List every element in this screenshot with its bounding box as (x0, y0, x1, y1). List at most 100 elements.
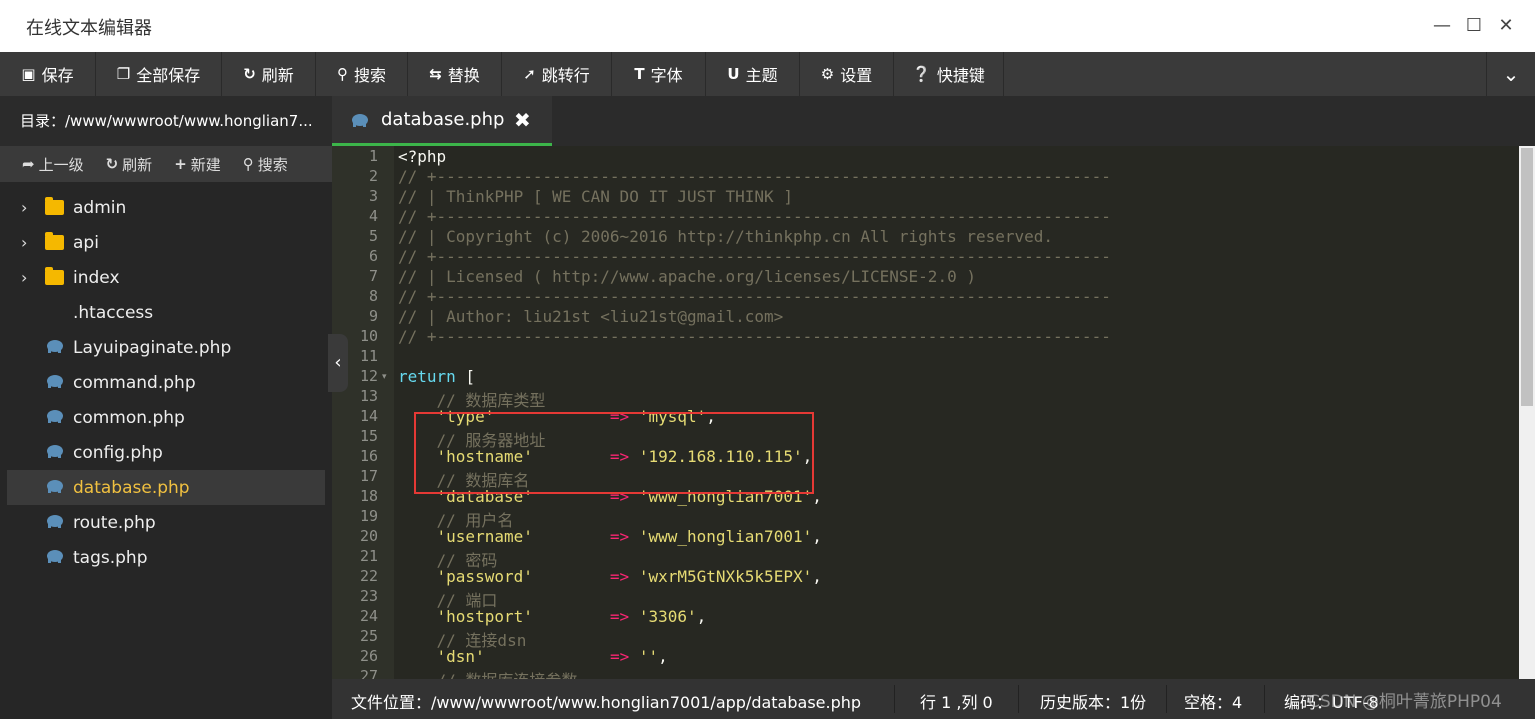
refresh-button[interactable]: ↻ 刷新 (222, 52, 316, 96)
line-number: 5 (368, 227, 378, 245)
folder-item-index[interactable]: › index (7, 260, 325, 295)
line-number: 22 (359, 567, 378, 585)
save-all-label: 全部保存 (136, 66, 201, 85)
code-token: return (398, 367, 456, 386)
divider (1264, 685, 1265, 713)
file-item-config[interactable]: config.php (7, 435, 325, 470)
code-token: // | Copyright (c) 2006~2016 http://thin… (398, 227, 1054, 246)
php-elephant-icon (47, 480, 63, 493)
code-token: // | Author: liu21st <liu21st@gmail.com> (398, 307, 784, 326)
php-elephant-icon (47, 550, 63, 563)
line-number-gutter: 1 2 3 4 5 6 7 8 9 10 11 12 ▾ 13 14 15 16 17 18 19 20 21 22 23 24… (332, 146, 394, 679)
line-number: 4 (368, 207, 378, 225)
file-item-command[interactable]: command.php (7, 365, 325, 400)
search-icon: ⚲ (242, 155, 254, 173)
code-token: // +------------------------------------… (398, 167, 1111, 186)
divider (1166, 685, 1167, 713)
replace-label: 替换 (447, 66, 480, 85)
file-item-common[interactable]: common.php (7, 400, 325, 435)
font-icon: T (634, 65, 645, 83)
replace-button[interactable]: ⇆ 替换 (408, 52, 502, 96)
file-item-database[interactable]: database.php (7, 470, 325, 505)
file-item-htaccess[interactable]: .htaccess (7, 295, 325, 330)
collapse-toolbar-button[interactable]: ⌄ (1486, 52, 1535, 96)
goto-line-button[interactable]: ➚ 跳转行 (502, 52, 612, 96)
sidebar-toggle-button[interactable]: ‹ (328, 334, 348, 392)
chevron-right-icon: › (21, 233, 28, 252)
file-name: admin (73, 197, 127, 218)
folder-item-admin[interactable]: › admin (7, 190, 325, 225)
shortcuts-button[interactable]: ❔ 快捷键 (894, 52, 1004, 96)
line-number: 6 (368, 247, 378, 265)
line-number: 15 (359, 427, 378, 445)
sidebar-refresh-button[interactable]: ↻ 刷新 (106, 154, 153, 175)
theme-button[interactable]: U 主题 (706, 52, 800, 96)
fold-arrow-icon[interactable]: ▾ (382, 372, 387, 382)
goto-line-label: 跳转行 (541, 66, 590, 85)
code-editor[interactable]: 1 2 3 4 5 6 7 8 9 10 11 12 ▾ 13 14 15 16 17 18 19 20 21 22 23 24… (332, 146, 1535, 679)
divider (894, 685, 895, 713)
line-number: 26 (359, 647, 378, 665)
file-item-route[interactable]: route.php (7, 505, 325, 540)
code-token: // +------------------------------------… (398, 287, 1111, 306)
settings-label: 设置 (840, 66, 873, 85)
file-item-layuipaginate[interactable]: Layuipaginate.php (7, 330, 325, 365)
parent-dir-button[interactable]: ➦ 上一级 (22, 154, 84, 175)
history-versions[interactable]: 历史版本：1份 (1040, 689, 1146, 713)
line-number: 8 (368, 287, 378, 305)
search-button[interactable]: ⚲ 搜索 (316, 52, 408, 96)
code-token: '3306' (638, 607, 697, 626)
settings-button[interactable]: ⚙ 设置 (800, 52, 894, 96)
indent-setting[interactable]: 空格：4 (1184, 689, 1242, 713)
code-token: => (609, 487, 630, 506)
save-all-icon: ❐ (116, 65, 131, 83)
code-token: 'wxrM5GtNXk5k5EPX' (638, 567, 813, 586)
file-name: command.php (73, 372, 196, 393)
maximize-icon[interactable]: ☐ (1462, 14, 1486, 38)
file-name: Layuipaginate.php (73, 337, 232, 358)
chevron-right-icon: › (21, 198, 28, 217)
sidebar-search-button[interactable]: ⚲ 搜索 (243, 154, 288, 175)
editor-scrollbar[interactable] (1519, 146, 1535, 679)
font-button[interactable]: T 字体 (612, 52, 706, 96)
code-line: 'type' => 'mysql', (398, 407, 716, 426)
code-token: 'database' (398, 487, 533, 506)
refresh-icon: ↻ (105, 155, 119, 173)
scrollbar-thumb[interactable] (1521, 148, 1533, 406)
shortcuts-label: 快捷键 (936, 66, 985, 85)
code-line: // +------------------------------------… (398, 167, 1111, 186)
code-line: 'password' => 'wxrM5GtNXk5k5EPX', (398, 567, 822, 586)
close-icon[interactable]: ✕ (1494, 14, 1518, 38)
file-name: config.php (73, 442, 163, 463)
code-line: // 数据库连接参数 (398, 667, 578, 679)
code-token: // +------------------------------------… (398, 327, 1111, 346)
tab-database-php[interactable]: database.php ✖ (332, 96, 552, 146)
code-line: // +------------------------------------… (398, 327, 1111, 346)
minimize-icon[interactable]: — (1430, 14, 1454, 38)
editor-tabbar: database.php ✖ (332, 96, 1535, 146)
code-token: 'type' (398, 407, 495, 426)
folder-icon (45, 267, 64, 285)
code-line: 'database' => 'www_honglian7001', (398, 487, 822, 506)
folder-item-api[interactable]: › api (7, 225, 325, 260)
save-button[interactable]: ▣ 保存 (0, 52, 96, 96)
code-token: 'hostport' (398, 607, 533, 626)
new-file-button[interactable]: + 新建 (174, 154, 221, 175)
save-all-button[interactable]: ❐ 全部保存 (96, 52, 222, 96)
refresh-label: 刷新 (261, 66, 294, 85)
file-item-tags[interactable]: tags.php (7, 540, 325, 575)
chevron-left-icon: ‹ (334, 352, 342, 373)
php-elephant-icon (47, 375, 63, 388)
php-elephant-icon (47, 340, 63, 353)
code-token: 'www_honglian7001' (638, 487, 813, 506)
tab-close-icon[interactable]: ✖ (514, 108, 531, 132)
code-token: // +------------------------------------… (398, 247, 1111, 266)
line-number: 16 (359, 447, 378, 465)
folder-icon (45, 232, 64, 250)
file-name: database.php (73, 477, 190, 498)
